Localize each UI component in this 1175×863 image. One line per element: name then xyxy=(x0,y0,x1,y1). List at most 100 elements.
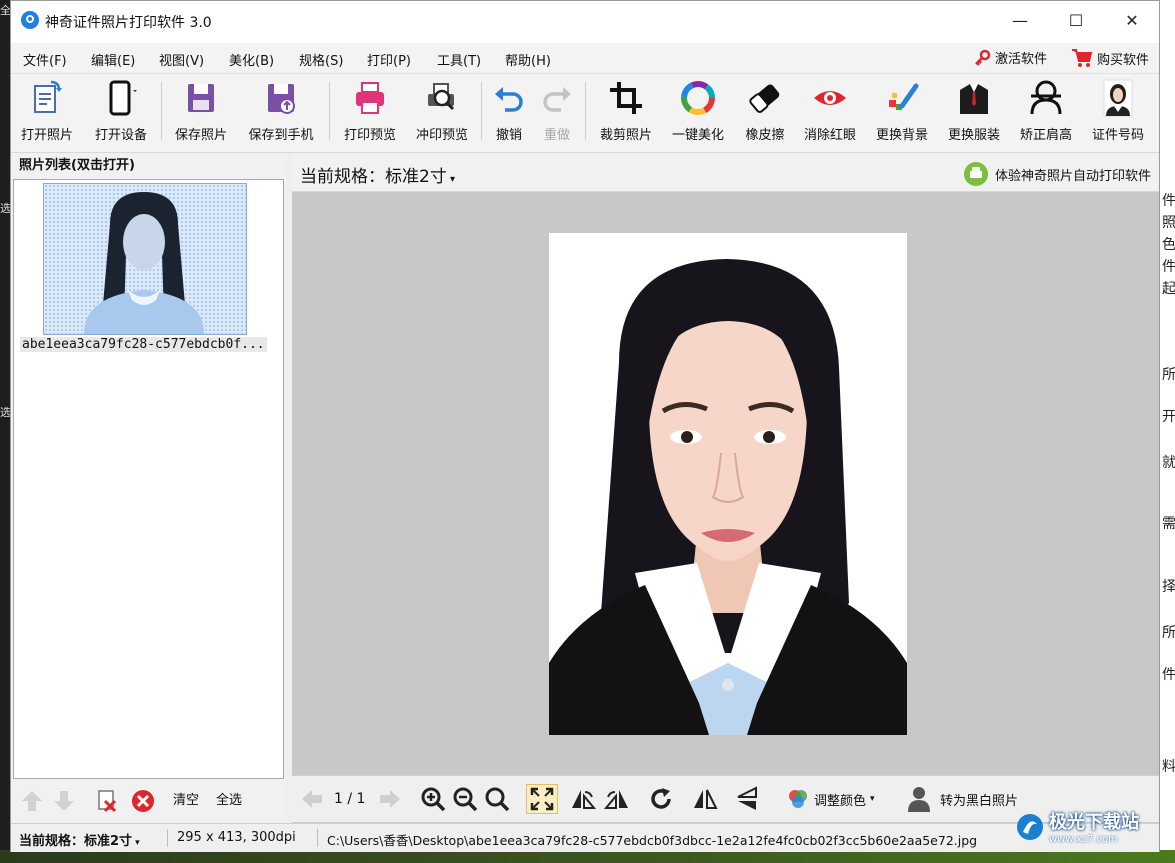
flip-vertical-button[interactable] xyxy=(734,784,760,814)
buy-label: 购买软件 xyxy=(1097,52,1150,68)
save-to-phone-button[interactable]: 保存到手机 xyxy=(241,78,321,146)
id-number-button[interactable]: 证件号码 xyxy=(1085,78,1151,146)
shoulder-silhouette-icon xyxy=(1030,80,1062,115)
watermark-title: 极光下载站 xyxy=(1049,812,1139,833)
desktop-fragment: 择 xyxy=(1162,579,1175,595)
develop-preview-label: 冲印预览 xyxy=(415,128,468,143)
promo-link[interactable]: 体验神奇照片自动打印软件 xyxy=(963,161,1151,187)
actual-size-button[interactable] xyxy=(484,784,510,814)
develop-preview-button[interactable]: 冲印预览 xyxy=(409,78,475,146)
desktop-fragment: 就 xyxy=(1162,455,1175,471)
save-photo-label: 保存照片 xyxy=(174,128,227,143)
redo-button[interactable]: 重做 xyxy=(535,78,579,146)
menu-tools[interactable]: 工具(T) xyxy=(437,50,481,69)
menu-file[interactable]: 文件(F) xyxy=(23,50,67,69)
next-page-button[interactable] xyxy=(378,784,402,814)
flip-horizontal-button[interactable] xyxy=(692,784,718,814)
dropdown-arrow-icon: ▾ xyxy=(132,838,140,848)
menu-view[interactable]: 视图(V) xyxy=(159,50,204,69)
select-all-button[interactable]: 全选 xyxy=(216,789,242,808)
undo-label: 撤销 xyxy=(495,128,522,143)
color-circles-icon xyxy=(789,790,807,808)
status-spec-selector[interactable]: 当前规格：标准2寸 ▾ xyxy=(19,830,140,849)
delete-photo-button[interactable] xyxy=(95,789,119,817)
promo-text: 体验神奇照片自动打印软件 xyxy=(994,168,1151,184)
zoom-in-button[interactable] xyxy=(420,784,446,814)
phone-icon xyxy=(109,80,137,116)
fit-to-window-button[interactable] xyxy=(526,784,558,814)
printer-promo-icon xyxy=(963,162,988,186)
person-icon xyxy=(908,787,930,812)
photo-list-panel: 照片列表(双击打开) abe1eea3ca79fc28-c577ebdcb0f.… xyxy=(11,153,286,823)
desktop-fragment: 色 xyxy=(1162,237,1175,253)
close-button[interactable]: ✕ xyxy=(1109,7,1155,35)
eraser-icon xyxy=(749,84,780,113)
desktop-fragment: 需 xyxy=(1162,516,1175,532)
menu-beautify[interactable]: 美化(B) xyxy=(229,50,274,69)
remove-red-eye-button[interactable]: 消除红眼 xyxy=(797,78,863,146)
photo-filename[interactable]: abe1eea3ca79fc28-c577ebdcb0f... xyxy=(20,337,267,352)
desktop-left-edge: 全 选 选 xyxy=(0,0,11,863)
flip-vertical-icon xyxy=(737,786,757,810)
adjust-color-button[interactable]: 调整颜色 ▾ xyxy=(786,784,875,814)
color-wheel-icon xyxy=(681,81,715,115)
undo-button[interactable]: 撤销 xyxy=(487,78,531,146)
eraser-button[interactable]: 橡皮擦 xyxy=(737,78,793,146)
change-bg-label: 更换背景 xyxy=(875,128,928,143)
photo-list[interactable]: abe1eea3ca79fc28-c577ebdcb0f... xyxy=(13,179,284,779)
desktop-fragment: 料 xyxy=(1162,759,1175,775)
menu-bar: 文件(F) 编辑(E) 视图(V) 美化(B) 规格(S) 打印(P) 工具(T… xyxy=(11,43,1159,74)
clear-button[interactable]: 清空 xyxy=(173,789,199,808)
page-indicator: 1 / 1 xyxy=(334,791,366,807)
desktop-fragment: 件 xyxy=(1162,667,1175,683)
activate-software-button[interactable]: 激活软件 xyxy=(973,48,1047,67)
minimize-button[interactable]: — xyxy=(997,7,1043,35)
beautify-label: 一键美化 xyxy=(671,128,724,143)
photo-canvas[interactable] xyxy=(549,233,907,735)
fix-shoulder-label: 矫正肩高 xyxy=(1019,128,1072,143)
open-device-button[interactable]: 打开设备 xyxy=(87,78,155,146)
rotate-right-button[interactable] xyxy=(604,784,630,814)
remove-all-button[interactable] xyxy=(131,789,155,817)
change-background-button[interactable]: 更换背景 xyxy=(869,78,935,146)
spec-selector[interactable]: 当前规格：标准2寸 ▾ xyxy=(300,162,455,187)
menu-edit[interactable]: 编辑(E) xyxy=(91,50,135,69)
move-up-button[interactable] xyxy=(21,789,43,817)
convert-bw-button[interactable]: 转为黑白照片 xyxy=(906,784,1018,814)
prev-page-button[interactable] xyxy=(300,784,324,814)
menu-spec[interactable]: 规格(S) xyxy=(299,50,343,69)
save-to-phone-label: 保存到手机 xyxy=(248,128,314,143)
change-clothes-button[interactable]: 更换服装 xyxy=(941,78,1007,146)
flip-horizontal-icon xyxy=(694,789,718,809)
zoom-in-icon xyxy=(421,787,446,812)
open-device-label: 打开设备 xyxy=(94,128,147,143)
rotate-button[interactable] xyxy=(648,784,674,814)
move-down-button[interactable] xyxy=(53,789,75,817)
arrow-down-icon xyxy=(54,791,74,811)
rotate-left-button[interactable] xyxy=(570,784,596,814)
desktop-fragment: 件 xyxy=(1162,259,1175,275)
zoom-out-icon xyxy=(453,787,478,812)
one-click-beautify-button[interactable]: 一键美化 xyxy=(665,78,731,146)
open-photo-button[interactable]: 打开照片 xyxy=(15,78,79,146)
zoom-out-button[interactable] xyxy=(452,784,478,814)
photo-list-title: 照片列表(双击打开) xyxy=(19,158,135,173)
menu-help[interactable]: 帮助(H) xyxy=(505,50,551,69)
fix-shoulder-button[interactable]: 矫正肩高 xyxy=(1013,78,1079,146)
watermark-url: www.xz7.com xyxy=(1049,834,1118,845)
buy-software-button[interactable]: 购买软件 xyxy=(1071,48,1149,68)
crop-photo-button[interactable]: 裁剪照片 xyxy=(593,78,659,146)
change-clothes-label: 更换服装 xyxy=(947,128,1000,143)
rotate-right-icon xyxy=(604,790,628,809)
printer-icon xyxy=(356,82,384,114)
save-photo-button[interactable]: 保存照片 xyxy=(167,78,235,146)
window-title: 神奇证件照片打印软件 3.0 xyxy=(45,15,212,31)
print-preview-button[interactable]: 打印预览 xyxy=(337,78,403,146)
open-file-icon xyxy=(34,80,62,113)
desktop-right-edge: 件 照 色 件 起 所 开 就 需 择 所 件 料 xyxy=(1160,0,1175,863)
maximize-button[interactable]: ☐ xyxy=(1053,7,1099,35)
activate-label: 激活软件 xyxy=(995,52,1048,67)
desktop-fragment: 所 xyxy=(1162,625,1175,641)
menu-print[interactable]: 打印(P) xyxy=(367,50,411,69)
photo-thumbnail[interactable] xyxy=(43,183,247,335)
